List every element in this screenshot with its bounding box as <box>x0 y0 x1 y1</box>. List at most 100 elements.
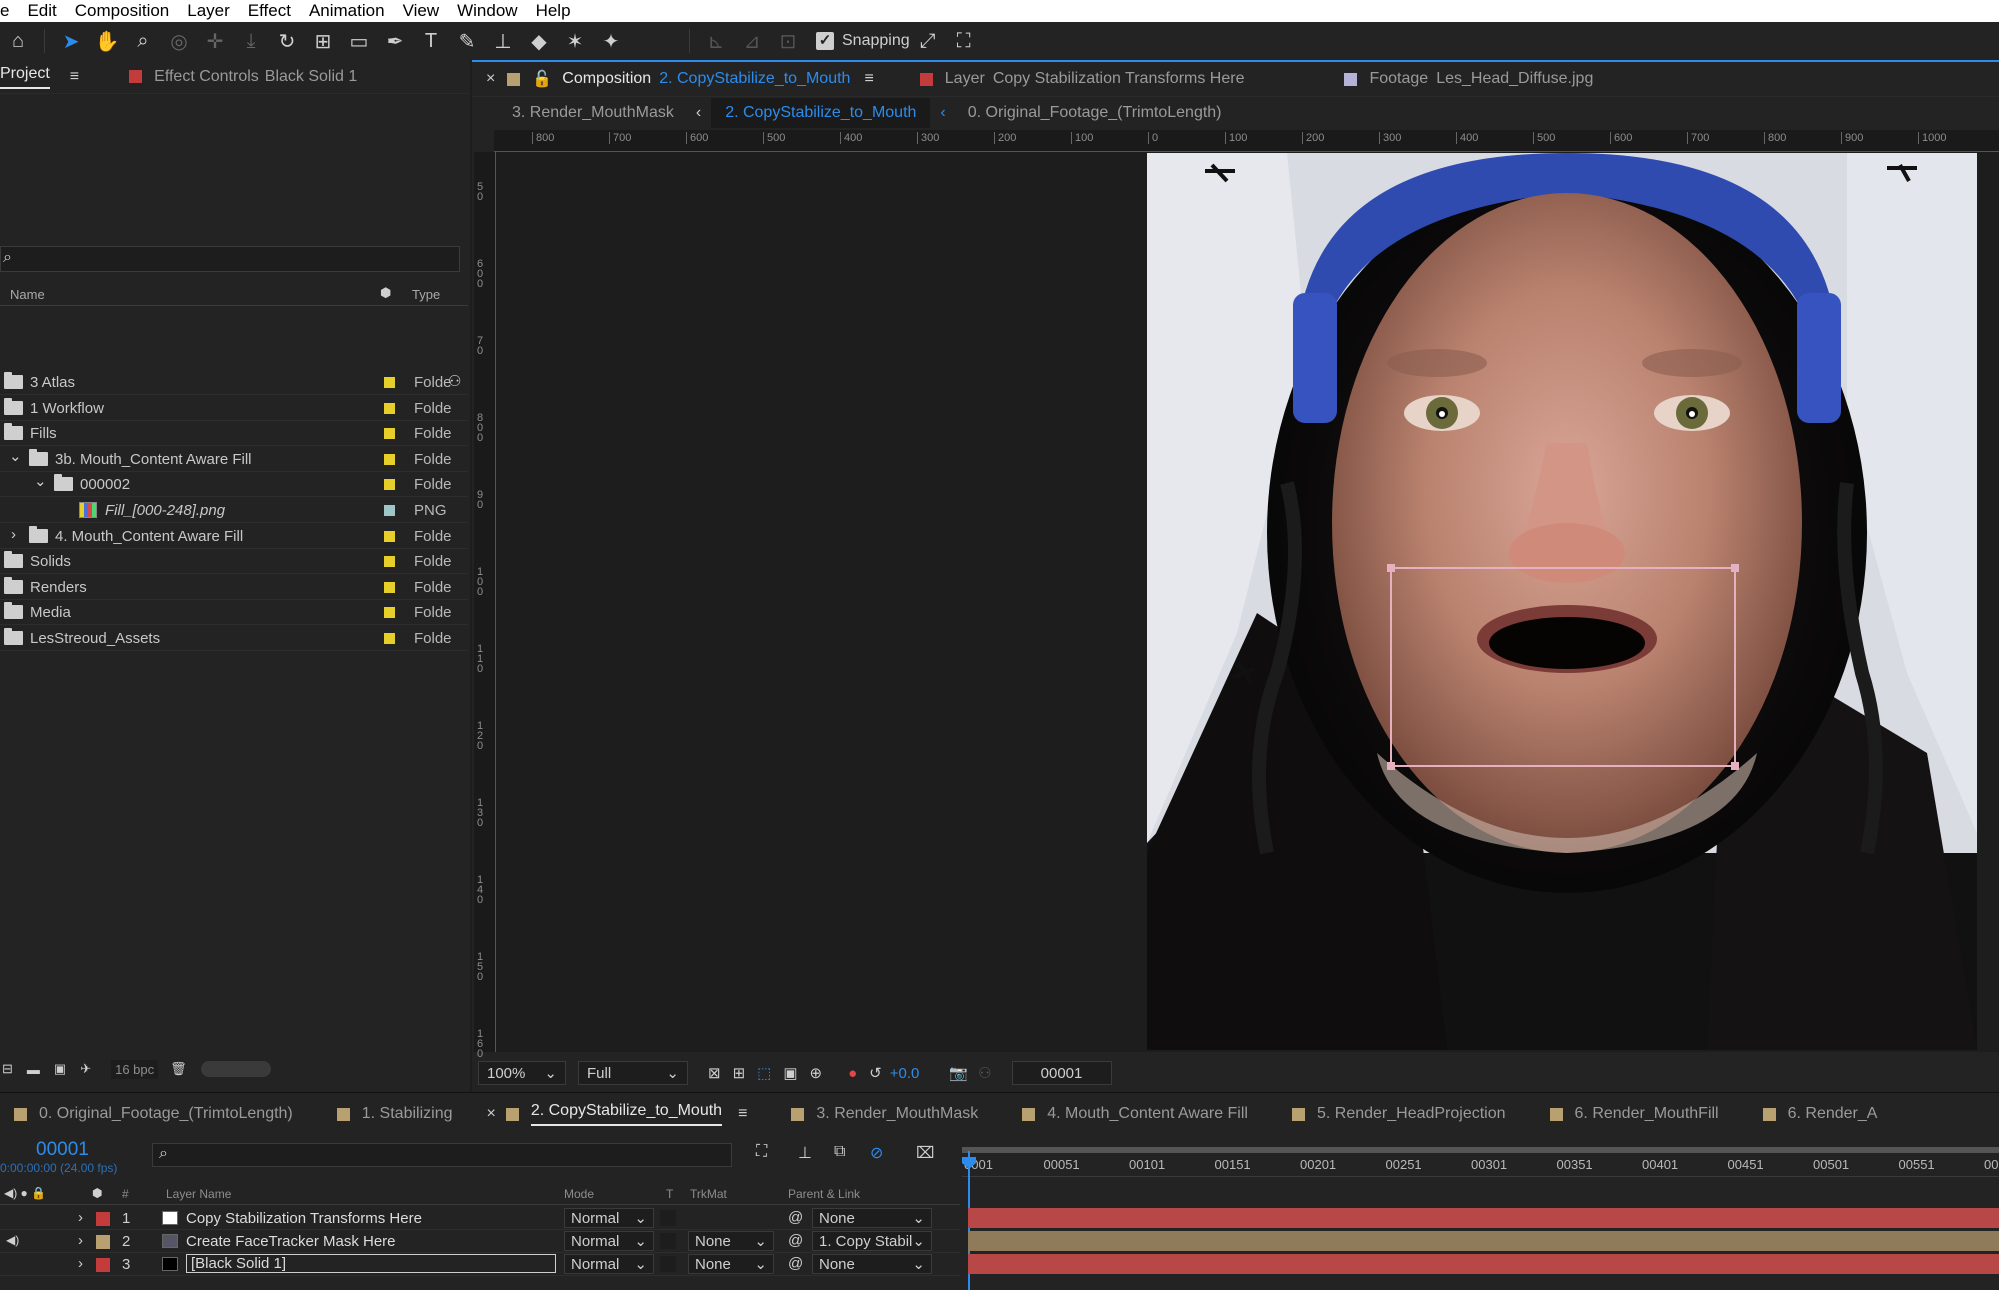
flow-item-render-mouthmask[interactable]: 3. Render_MouthMask <box>512 104 674 122</box>
menu-item-file[interactable]: e <box>0 1 9 21</box>
audio-icon[interactable]: ◀) <box>6 1233 19 1247</box>
draft-3d-icon[interactable]: ⊥ <box>798 1143 812 1163</box>
orbit-camera-icon[interactable]: ◎ <box>164 26 194 56</box>
chevron-down-icon[interactable]: ⌄ <box>9 447 22 465</box>
interpret-footage-icon[interactable]: ⊟ <box>2 1061 13 1077</box>
layer-row[interactable]: › 1 Copy Stabilization Transforms Here Norm… <box>0 1207 960 1230</box>
footage-tab-name[interactable]: Les_Head_Diffuse.jpg <box>1436 70 1593 88</box>
label-swatch[interactable] <box>384 428 395 440</box>
new-folder-icon[interactable]: ▬ <box>27 1062 40 1077</box>
home-icon[interactable]: ⌂ <box>3 26 33 56</box>
world-axis-icon[interactable]: ⊿ <box>737 26 767 56</box>
pan-camera-icon[interactable]: ✛ <box>200 26 230 56</box>
puppet-pin-icon[interactable]: ✦ <box>596 26 626 56</box>
clone-stamp-icon[interactable]: ⊥ <box>488 26 518 56</box>
exposure-value[interactable]: +0.0 <box>890 1065 920 1082</box>
ruler-horizontal[interactable]: 800 700 600 500 400 300 200 100 0 100 200 300 400 500… <box>494 130 1999 152</box>
menu-item-window[interactable]: Window <box>457 1 517 21</box>
comp-mini-flowchart-icon[interactable]: ⛶ <box>756 1143 767 1161</box>
pan-behind-icon[interactable]: ⊞ <box>308 26 338 56</box>
label-swatch[interactable] <box>384 607 395 619</box>
preserve-transparency-toggle[interactable] <box>660 1210 676 1226</box>
menu-item-edit[interactable]: Edit <box>27 1 56 21</box>
layer-duration-bar[interactable] <box>968 1231 1999 1251</box>
blend-mode-dropdown[interactable]: Normal ⌄ <box>564 1231 654 1251</box>
color-channels-icon[interactable]: ● <box>848 1065 857 1082</box>
project-search[interactable]: ⌕ <box>0 246 460 272</box>
project-item[interactable]: LesStreoud_Assets Folde <box>0 626 468 651</box>
time-ruler[interactable]: 0001 00051 00101 00151 00201 00251 00301 00351 0… <box>962 1143 1999 1177</box>
timeline-tab[interactable]: 0. Original_Footage_(TrimtoLength) <box>39 1105 293 1123</box>
layer-name[interactable]: Create FaceTracker Mask Here <box>186 1233 396 1250</box>
col-type[interactable]: Type <box>412 287 440 302</box>
work-area-bar[interactable] <box>962 1147 1999 1153</box>
timeline-current-frame[interactable]: 00001 <box>36 1139 89 1161</box>
label-swatch[interactable] <box>384 530 395 542</box>
zoom-tool-icon[interactable]: ⌕ <box>128 26 158 56</box>
label-swatch[interactable] <box>384 556 395 568</box>
transparency-grid-icon[interactable]: ⊞ <box>733 1064 746 1082</box>
col-parent[interactable]: Parent & Link <box>788 1187 860 1201</box>
timeline-tab[interactable]: 6. Render_MouthFill <box>1575 1105 1719 1123</box>
flow-item-current-comp[interactable]: 2. CopyStabilize_to_Mouth <box>711 97 931 128</box>
footage-tab-prefix[interactable]: Footage <box>1369 70 1428 88</box>
col-mode[interactable]: Mode <box>564 1187 594 1201</box>
pickwhip-icon[interactable]: @ <box>788 1255 803 1272</box>
chevron-right-icon[interactable]: › <box>11 526 16 543</box>
project-item[interactable]: ⌄ 000002 Folde <box>0 472 468 498</box>
expand-chevron-icon[interactable]: › <box>78 1209 83 1226</box>
dolly-camera-icon[interactable]: ⤓ <box>236 26 266 56</box>
comp-tab-name[interactable]: 2. CopyStabilize_to_Mouth <box>659 70 850 88</box>
expand-chevron-icon[interactable]: › <box>78 1232 83 1249</box>
rectangle-tool-icon[interactable]: ▭ <box>344 26 374 56</box>
project-item[interactable]: Media Folde <box>0 600 468 626</box>
eraser-tool-icon[interactable]: ◆ <box>524 26 554 56</box>
trash-icon[interactable]: 🗑 <box>170 1061 187 1077</box>
snapping-options-icon[interactable]: ⤢ <box>913 26 943 56</box>
footage-frame[interactable] <box>1147 153 1977 1050</box>
layer-row[interactable]: › 3 [Black Solid 1] Normal ⌄ None ⌄ @ None ⌄ <box>0 1253 960 1276</box>
hand-tool-icon[interactable]: ✋ <box>92 26 122 56</box>
layer-search[interactable]: ⌕ <box>152 1143 732 1167</box>
menu-item-effect[interactable]: Effect <box>248 1 291 21</box>
project-item[interactable]: › 4. Mouth_Content Aware Fill Folde <box>0 524 468 549</box>
trkmat-dropdown[interactable]: None ⌄ <box>688 1254 774 1274</box>
parent-dropdown[interactable]: 1. Copy Stabil ⌄ <box>812 1231 932 1251</box>
layer-duration-bar[interactable] <box>968 1208 1999 1228</box>
view-axis-icon[interactable]: ⊡ <box>773 26 803 56</box>
timeline-tab[interactable]: 4. Mouth_Content Aware Fill <box>1047 1105 1248 1123</box>
lock-icon[interactable]: 🔓 <box>532 69 552 89</box>
render-queue-icon[interactable]: ✈ <box>80 1061 91 1077</box>
mask-visibility-icon[interactable]: ⬚ <box>757 1064 771 1082</box>
trkmat-dropdown[interactable]: None ⌄ <box>688 1231 774 1251</box>
col-trkmat[interactable]: TrkMat <box>690 1187 727 1201</box>
layer-name[interactable]: [Black Solid 1] <box>186 1254 556 1273</box>
local-axis-icon[interactable]: ⊾ <box>701 26 731 56</box>
col-layer-name[interactable]: Layer Name <box>166 1187 231 1201</box>
reset-exposure-icon[interactable]: ↺ <box>869 1064 882 1082</box>
menu-item-help[interactable]: Help <box>536 1 571 21</box>
flowchart-icon[interactable]: ⚇ <box>448 372 461 390</box>
chevron-down-icon[interactable]: ⌄ <box>34 472 47 490</box>
layer-tab-prefix[interactable]: Layer <box>945 70 985 88</box>
project-item[interactable]: 3 Atlas Folde ⚇ <box>0 370 468 395</box>
fast-previews-icon[interactable]: ⊠ <box>708 1064 721 1082</box>
preserve-transparency-toggle[interactable] <box>660 1233 676 1249</box>
project-item[interactable]: Fills Folde <box>0 421 468 447</box>
frame-blending-icon[interactable]: ⊘ <box>870 1143 883 1163</box>
bpc-label[interactable]: 16 bpc <box>111 1059 159 1079</box>
project-item[interactable]: Solids Folde <box>0 549 468 575</box>
menu-item-composition[interactable]: Composition <box>75 1 170 21</box>
type-tool-icon[interactable]: T <box>416 26 446 56</box>
timeline-tab[interactable]: 6. Render_A <box>1788 1105 1878 1123</box>
layer-tab-name[interactable]: Copy Stabilization Transforms Here <box>993 70 1245 88</box>
label-swatch[interactable] <box>96 1235 110 1249</box>
selection-tool-icon[interactable]: ➤ <box>56 26 86 56</box>
col-t[interactable]: T <box>666 1187 673 1201</box>
label-swatch[interactable] <box>384 633 395 644</box>
label-swatch[interactable] <box>384 581 395 593</box>
project-item[interactable]: Renders Folde <box>0 575 468 600</box>
timeline-tab[interactable]: 5. Render_HeadProjection <box>1317 1105 1506 1123</box>
region-of-interest-icon[interactable]: ▣ <box>783 1064 797 1082</box>
layer-duration-bar[interactable] <box>968 1254 1999 1274</box>
